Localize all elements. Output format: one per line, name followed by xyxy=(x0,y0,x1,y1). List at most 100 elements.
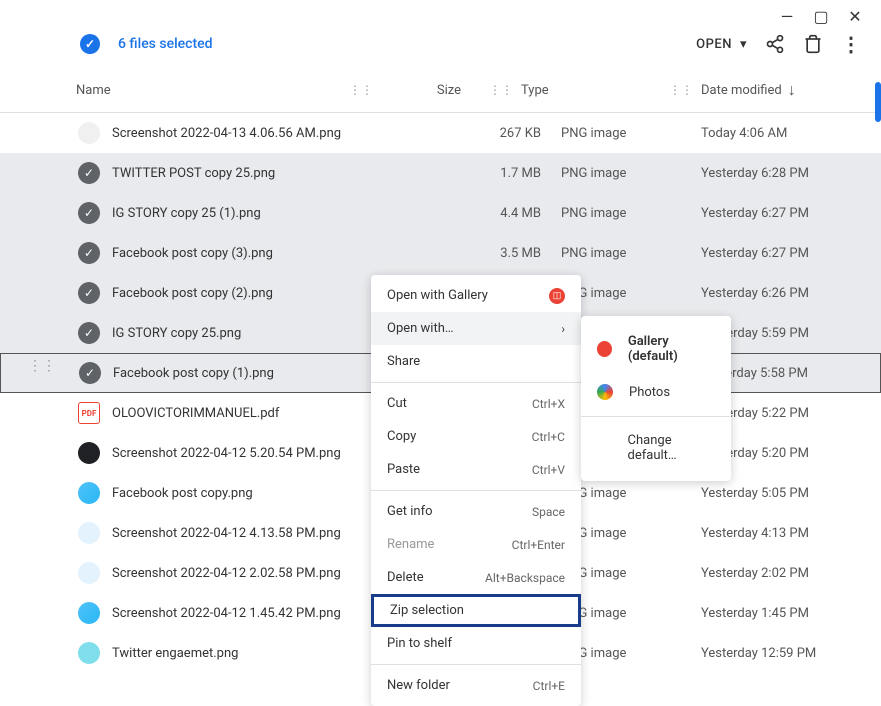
shortcut-label: Space xyxy=(532,505,565,519)
context-menu-item[interactable]: Cut Ctrl+X xyxy=(371,387,581,420)
file-icon xyxy=(78,642,100,664)
gallery-app-icon: ◫ xyxy=(549,288,565,304)
share-icon[interactable] xyxy=(765,34,785,54)
file-icon xyxy=(78,522,100,544)
selection-check-icon[interactable]: ✓ xyxy=(80,34,100,54)
file-size: 267 KB xyxy=(461,126,561,141)
dropdown-caret-icon: ▾ xyxy=(740,37,747,52)
file-type: PNG image xyxy=(561,526,701,541)
menu-separator xyxy=(371,664,581,665)
file-type: PNG image xyxy=(561,126,701,141)
drag-handle-icon[interactable]: ⋮⋮ xyxy=(28,358,56,374)
file-icon: ✓ xyxy=(79,362,101,384)
column-resize-handle[interactable]: ⋮⋮ xyxy=(661,83,701,97)
menu-item-label: Open with Gallery xyxy=(387,288,488,303)
file-name: Screenshot 2022-04-13 4.06.56 AM.png xyxy=(76,126,461,141)
menu-item-label: Paste xyxy=(387,462,420,477)
menu-item-label: Get info xyxy=(387,504,433,519)
file-type: PNG image xyxy=(561,566,701,581)
context-menu-item[interactable]: Copy Ctrl+C xyxy=(371,420,581,453)
scrollbar[interactable] xyxy=(875,82,881,122)
menu-item-label: Copy xyxy=(387,429,416,444)
context-menu-item[interactable]: Zip selection xyxy=(371,594,581,627)
file-name: IG STORY copy 25 (1).png xyxy=(76,206,461,221)
file-size: 3.5 MB xyxy=(461,246,561,261)
shortcut-label: Ctrl+C xyxy=(532,430,565,444)
file-row[interactable]: Screenshot 2022-04-13 4.06.56 AM.png 267… xyxy=(0,113,881,153)
file-type: PNG image xyxy=(561,486,701,501)
file-row[interactable]: ✓ IG STORY copy 25 (1).png 4.4 MB PNG im… xyxy=(0,193,881,233)
file-type: PNG image xyxy=(561,606,701,621)
file-type: PNG image xyxy=(561,286,701,301)
column-size-header[interactable]: Size xyxy=(381,83,481,98)
file-icon: ✓ xyxy=(78,162,100,184)
menu-item-label: Rename xyxy=(387,537,434,552)
file-row[interactable]: ✓ TWITTER POST copy 25.png 1.7 MB PNG im… xyxy=(0,153,881,193)
context-menu-item[interactable]: New folder Ctrl+E xyxy=(371,669,581,702)
shortcut-label: Alt+Backspace xyxy=(485,571,565,585)
context-menu-item[interactable]: Open with Gallery ◫ xyxy=(371,279,581,312)
file-date: Yesterday 6:27 PM xyxy=(701,246,861,261)
file-row[interactable]: ✓ Facebook post copy (3).png 3.5 MB PNG … xyxy=(0,233,881,273)
file-date: Yesterday 5:05 PM xyxy=(701,486,861,501)
context-menu-item[interactable]: Get info Space xyxy=(371,495,581,528)
column-resize-handle[interactable]: ⋮⋮ xyxy=(341,83,381,97)
menu-item-label: Zip selection xyxy=(390,603,464,618)
submenu-item[interactable]: Change default… xyxy=(581,423,731,473)
file-date: Yesterday 6:27 PM xyxy=(701,206,861,221)
file-type: PNG image xyxy=(561,206,701,221)
menu-separator xyxy=(371,490,581,491)
submenu-label: Change default… xyxy=(628,433,715,463)
file-date: Today 4:06 AM xyxy=(701,126,861,141)
context-menu-item[interactable]: Paste Ctrl+V xyxy=(371,453,581,486)
file-name: Facebook post copy (3).png xyxy=(76,246,461,261)
menu-item-label: Share xyxy=(387,354,420,369)
file-icon: ✓ xyxy=(78,242,100,264)
submenu-item[interactable]: Photos xyxy=(581,374,731,410)
menu-separator xyxy=(371,382,581,383)
menu-item-label: Pin to shelf xyxy=(387,636,452,651)
close-button[interactable]: ✕ xyxy=(847,8,863,24)
file-icon: ✓ xyxy=(78,202,100,224)
shortcut-label: Ctrl+E xyxy=(533,679,565,693)
menu-item-label: New folder xyxy=(387,678,450,693)
file-icon xyxy=(78,482,100,504)
menu-item-label: Cut xyxy=(387,396,407,411)
context-menu-item[interactable]: DeleteAlt+Backspace xyxy=(371,561,581,594)
file-icon: ✓ xyxy=(78,322,100,344)
open-button[interactable]: OPEN ▾ xyxy=(696,37,747,52)
context-menu-item[interactable]: Rename Ctrl+Enter xyxy=(371,528,581,561)
file-type: PNG image xyxy=(561,246,701,261)
column-date-header[interactable]: Date modified ↓ xyxy=(701,80,861,100)
file-icon xyxy=(78,442,100,464)
file-date: Yesterday 6:26 PM xyxy=(701,286,861,301)
context-menu-item[interactable]: Pin to shelf xyxy=(371,627,581,660)
file-type: PNG image xyxy=(561,646,701,661)
delete-icon[interactable] xyxy=(803,34,823,54)
minimize-button[interactable]: — xyxy=(779,8,795,24)
file-icon xyxy=(78,122,100,144)
selection-count: 6 files selected xyxy=(118,36,678,52)
shortcut-label: Ctrl+Enter xyxy=(512,538,565,552)
context-menu-item[interactable]: Open with…› xyxy=(371,312,581,345)
sort-arrow-icon: ↓ xyxy=(788,80,796,100)
file-date: Yesterday 12:59 PM xyxy=(701,646,861,661)
menu-separator xyxy=(581,416,731,417)
shortcut-label: Ctrl+X xyxy=(532,397,565,411)
column-type-header[interactable]: Type xyxy=(521,83,661,98)
submenu-label: Gallery (default) xyxy=(628,334,715,364)
file-size: 4.4 MB xyxy=(461,206,561,221)
maximize-button[interactable]: ▢ xyxy=(813,8,829,24)
column-resize-handle[interactable]: ⋮⋮ xyxy=(481,83,521,97)
shortcut-label: Ctrl+V xyxy=(532,463,565,477)
open-with-submenu: Gallery (default) Photos Change default… xyxy=(581,316,731,481)
context-menu-item[interactable]: Share xyxy=(371,345,581,378)
file-date: Yesterday 6:28 PM xyxy=(701,166,861,181)
submenu-item[interactable]: Gallery (default) xyxy=(581,324,731,374)
chevron-right-icon: › xyxy=(561,322,565,336)
file-icon: PDF xyxy=(78,402,100,424)
photos-app-icon xyxy=(597,384,613,400)
gallery-app-icon xyxy=(597,341,612,357)
column-name-header[interactable]: Name xyxy=(76,83,341,98)
more-options-icon[interactable]: ⋮ xyxy=(841,34,861,54)
